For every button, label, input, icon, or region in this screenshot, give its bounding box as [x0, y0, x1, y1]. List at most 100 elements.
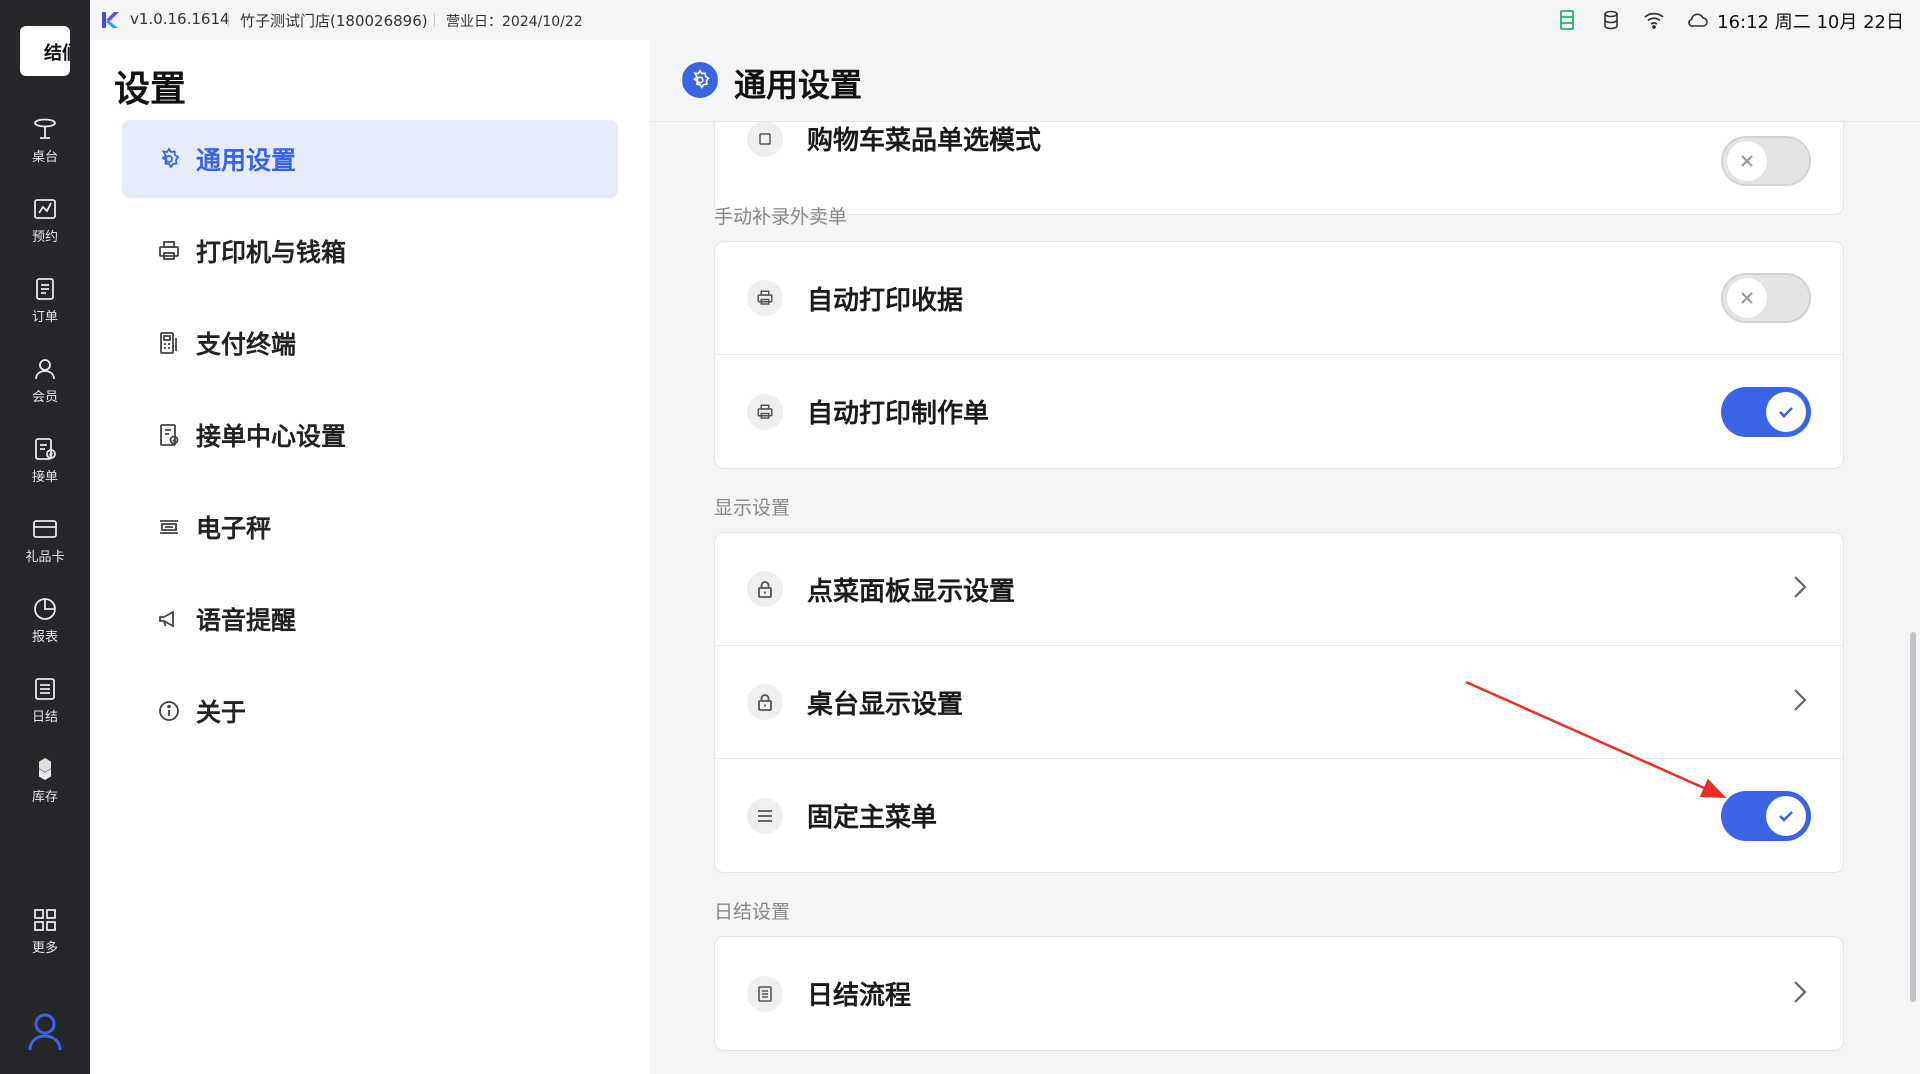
cart-mode-toggle[interactable]: [1721, 136, 1811, 186]
gear-icon: [156, 146, 182, 172]
toggle-switch[interactable]: [1721, 273, 1811, 323]
scrollbar[interactable]: [1910, 632, 1916, 1002]
menu-item-about[interactable]: 关于: [122, 672, 618, 750]
wifi-icon[interactable]: [1643, 10, 1665, 30]
pin-main-menu-toggle[interactable]: [1721, 790, 1811, 841]
toggle-switch[interactable]: [1721, 790, 1811, 841]
rail-label: 报表: [31, 629, 58, 645]
auto-print-kitchen-toggle[interactable]: [1721, 386, 1811, 437]
rail-item-accept-order[interactable]: 接单: [0, 425, 90, 495]
cart-icon: [747, 120, 783, 157]
app-version: v1.0.16.1614: [130, 10, 230, 28]
menu-item-label: 关于: [196, 698, 247, 727]
rail-item-report[interactable]: 报表: [0, 585, 90, 655]
menu-item-label: 通用设置: [196, 146, 297, 175]
menu-item-label: 电子秤: [196, 514, 272, 543]
app-logo[interactable]: 结们: [20, 26, 70, 76]
rail-item-table[interactable]: 桌台: [0, 105, 90, 175]
rail-item-member[interactable]: 会员: [0, 345, 90, 415]
rail-item-gift-card[interactable]: 礼品卡: [0, 505, 90, 575]
ledger-icon[interactable]: [1556, 10, 1578, 30]
menu-lines-icon: [747, 797, 783, 834]
content-header: 通用设置: [650, 40, 1920, 122]
lock-icon: [747, 571, 783, 607]
rail-item-inventory[interactable]: 库存: [0, 745, 90, 815]
toggle-switch[interactable]: [1721, 386, 1811, 437]
setting-row-menu-panel-display[interactable]: 点菜面板显示设置: [715, 533, 1843, 646]
setting-label: 点菜面板显示设置: [807, 576, 1016, 607]
menu-item-general[interactable]: 通用设置: [122, 120, 618, 198]
page-title: 设置: [114, 69, 187, 110]
settings-menu: 设置 通用设置 打印机与钱箱 支付终端 接单中心设置 电子秤 语音提醒 关于: [90, 40, 650, 1074]
megaphone-icon: [156, 606, 182, 632]
reservation-icon: [32, 196, 58, 222]
menu-item-payment-terminal[interactable]: 支付终端: [122, 304, 618, 382]
setting-label: 自动打印制作单: [807, 399, 990, 429]
list-doc-icon: [747, 975, 783, 1012]
member-icon: [32, 356, 58, 382]
settings-card-display: 点菜面板显示设置 桌台显示设置 固定主菜单: [714, 532, 1844, 873]
check-icon: [1766, 795, 1806, 836]
printer-icon: [747, 393, 783, 430]
divider: [228, 13, 229, 27]
rail-item-order[interactable]: 订单: [0, 265, 90, 335]
rail-label: 更多: [31, 940, 58, 956]
chevron-right-icon[interactable]: [1787, 573, 1811, 605]
setting-label: 桌台显示设置: [807, 689, 964, 720]
business-date: 营业日：2024/10/22: [446, 14, 583, 30]
rail-label: 库存: [31, 789, 58, 805]
settings-card-takeout: 自动打印收据 自动打印制作单: [714, 241, 1844, 469]
section-label-display: 显示设置: [714, 497, 791, 519]
setting-row-table-display[interactable]: 桌台显示设置: [715, 646, 1843, 759]
rail-item-reservation[interactable]: 预约: [0, 185, 90, 255]
pos-terminal-icon: [156, 330, 182, 356]
printer-icon: [156, 238, 182, 264]
menu-item-printer[interactable]: 打印机与钱箱: [122, 212, 618, 290]
menu-item-voice-reminder[interactable]: 语音提醒: [122, 580, 618, 658]
close-icon: [1727, 141, 1767, 181]
setting-row-pin-main-menu: 固定主菜单: [715, 759, 1843, 872]
lock-icon: [747, 684, 783, 720]
setting-label: 日结流程: [807, 981, 912, 1011]
menu-item-order-center[interactable]: 接单中心设置: [122, 396, 618, 474]
chevron-right-icon[interactable]: [1787, 978, 1811, 1010]
setting-row-auto-print-receipt: 自动打印收据: [715, 242, 1843, 355]
rail-label: 日结: [31, 709, 58, 725]
database-icon[interactable]: [1600, 10, 1622, 30]
chevron-right-icon[interactable]: [1787, 686, 1811, 718]
more-icon: [32, 907, 58, 933]
info-icon: [156, 698, 182, 724]
menu-item-label: 接单中心设置: [196, 422, 347, 451]
settings-card-daily-close: 日结流程: [714, 936, 1844, 1051]
toggle-switch[interactable]: [1721, 136, 1811, 186]
logo-text: 结们: [44, 43, 70, 64]
setting-row-auto-print-kitchen: 自动打印制作单: [715, 355, 1843, 468]
report-icon: [32, 596, 58, 622]
rail-label: 会员: [31, 389, 58, 405]
menu-item-label: 支付终端: [196, 330, 297, 359]
printer-icon: [747, 280, 783, 316]
order-icon: [32, 276, 58, 302]
rail-item-more[interactable]: 更多: [0, 896, 90, 966]
store-name: 竹子测试门店(180026896): [240, 12, 428, 30]
menu-item-scale[interactable]: 电子秤: [122, 488, 618, 566]
setting-label: 自动打印收据: [807, 285, 964, 316]
auto-print-receipt-toggle[interactable]: [1721, 273, 1811, 323]
section-label-takeout: 手动补录外卖单: [714, 206, 848, 228]
setting-row-daily-close-flow[interactable]: 日结流程: [715, 937, 1843, 1050]
rail-item-daily-close[interactable]: 日结: [0, 665, 90, 735]
daily-close-icon: [32, 676, 58, 702]
close-icon: [1727, 278, 1767, 318]
setting-label: 固定主菜单: [807, 803, 938, 833]
check-icon: [1766, 391, 1806, 432]
status-bar: v1.0.16.1614 竹子测试门店(180026896) 营业日：2024/…: [90, 0, 1920, 40]
clock: 16:12 周二 10月 22日: [1717, 12, 1904, 33]
settings-content: 购物车菜品单选模式 通用设置 手动补录外卖单 自动打印收据 自动打印制作单 显示…: [650, 40, 1920, 1074]
rail-label: 订单: [31, 309, 58, 325]
user-icon[interactable]: [27, 1012, 63, 1052]
inventory-icon: [32, 756, 58, 782]
cloud-icon[interactable]: [1687, 10, 1709, 30]
gear-icon: [682, 62, 718, 98]
menu-item-label: 语音提醒: [196, 606, 297, 635]
scale-icon: [156, 514, 182, 540]
